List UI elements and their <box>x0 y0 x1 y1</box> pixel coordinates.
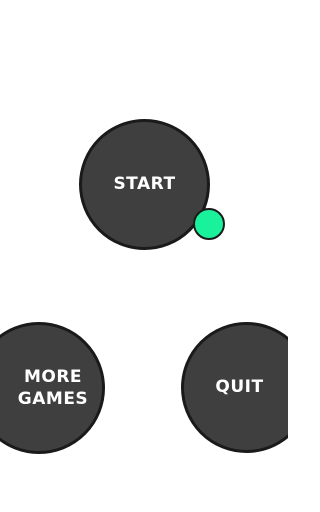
start-button-label: START <box>113 174 176 195</box>
main-menu-screen: START MORE GAMES QUIT <box>0 0 288 512</box>
quit-button-label: QUIT <box>215 377 264 398</box>
more-games-button-label: MORE GAMES <box>17 366 89 409</box>
green-ball <box>193 208 225 240</box>
more-games-button[interactable]: MORE GAMES <box>0 322 105 454</box>
quit-button[interactable]: QUIT <box>181 322 288 453</box>
start-button[interactable]: START <box>79 119 210 250</box>
